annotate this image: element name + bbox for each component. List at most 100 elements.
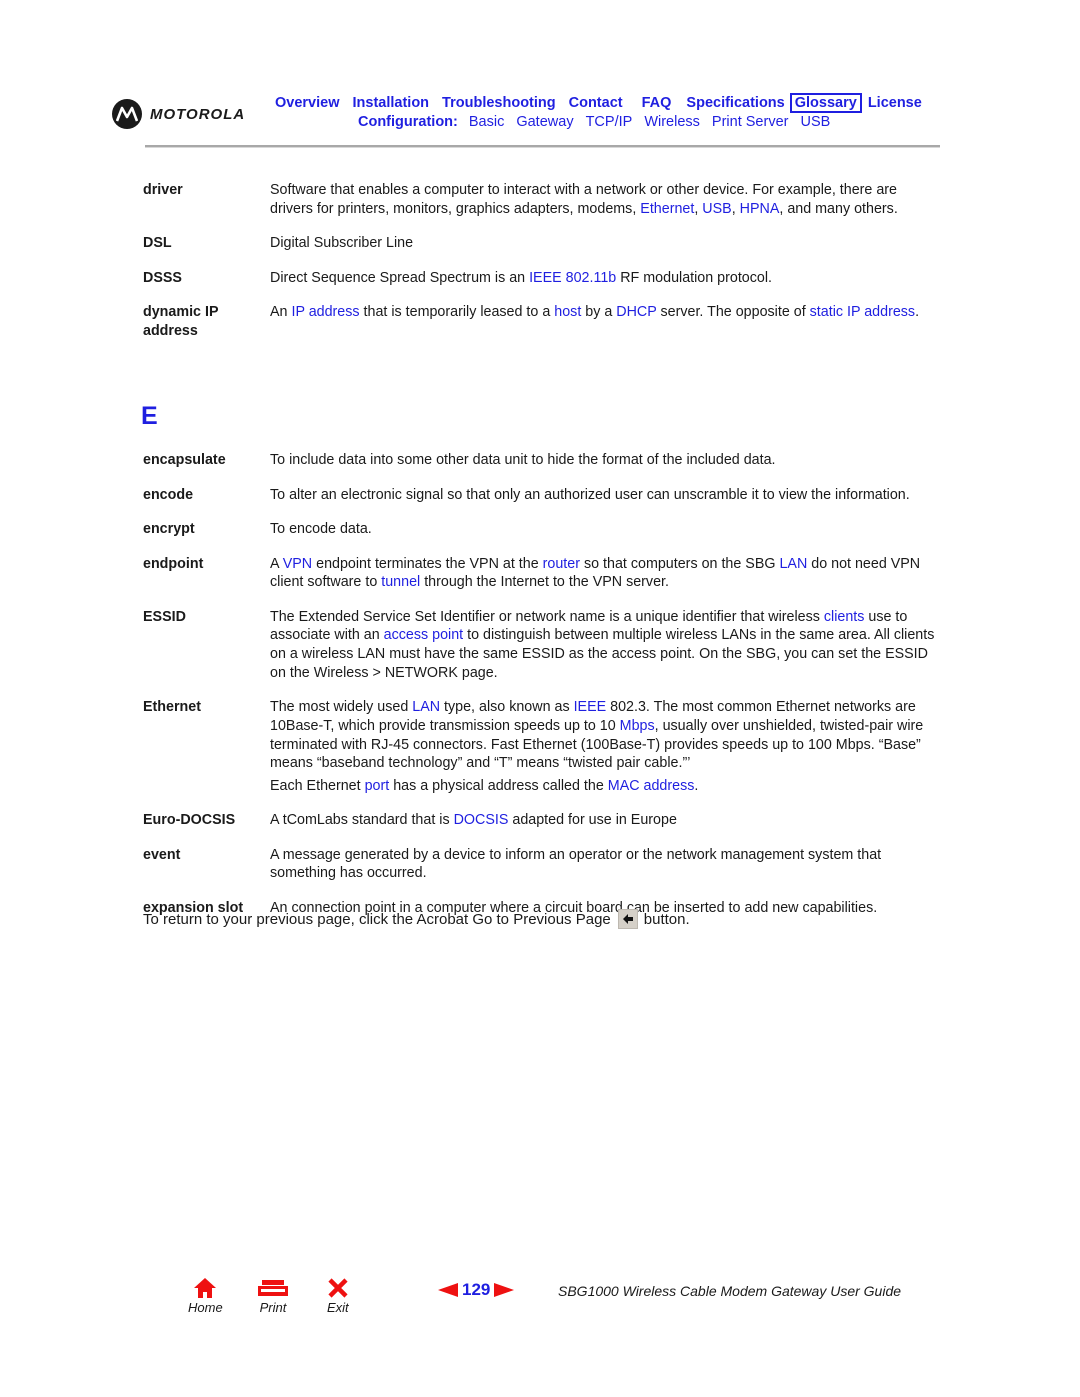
glossary-definition: A VPN endpoint terminates the VPN at the…	[270, 555, 943, 596]
glossary-link[interactable]: LAN	[412, 699, 440, 715]
glossary-definition: To include data into some other data uni…	[270, 451, 943, 473]
nav-overview[interactable]: Overview	[275, 94, 340, 112]
printer-icon	[258, 1280, 288, 1296]
home-button[interactable]: Home	[188, 1278, 223, 1315]
definition-paragraph: To alter an electronic signal so that on…	[270, 486, 943, 505]
definition-text: endpoint terminates the VPN at the	[312, 555, 543, 572]
previous-page-arrow-icon[interactable]	[438, 1283, 458, 1297]
glossary-entry: DSL Digital Subscriber Line	[143, 234, 943, 256]
definition-paragraph: The most widely used LAN type, also know…	[270, 698, 943, 773]
glossary-term: Ethernet	[143, 699, 201, 716]
definition-text: Each Ethernet	[270, 777, 365, 794]
nav-config-gateway[interactable]: Gateway	[516, 114, 573, 130]
glossary-term: encrypt	[143, 521, 195, 537]
glossary-definition: A tComLabs standard that is DOCSIS adapt…	[270, 811, 943, 833]
definition-text: Digital Subscriber Line	[270, 235, 414, 252]
definition-text: through the Internet to the VPN server.	[420, 574, 669, 591]
definition-text: The most widely used	[270, 699, 413, 716]
glossary-entry: event A message generated by a device to …	[143, 846, 943, 887]
glossary-term: driver	[143, 182, 183, 198]
glossary-link[interactable]: USB	[702, 201, 731, 217]
configuration-nav: Configuration: Basic Gateway TCP/IP Wire…	[358, 114, 842, 130]
guide-title: SBG1000 Wireless Cable Modem Gateway Use…	[558, 1283, 902, 1299]
print-label: Print	[259, 1300, 287, 1315]
nav-config-wireless[interactable]: Wireless	[644, 114, 700, 130]
definition-text: Direct Sequence Spread Spectrum is an	[270, 269, 530, 286]
definition-text: .	[915, 304, 920, 321]
print-button[interactable]: Print	[258, 1278, 288, 1315]
nav-faq[interactable]: FAQ	[642, 94, 672, 112]
glossary-entry: DSSS Direct Sequence Spread Spectrum is a…	[143, 269, 943, 291]
glossary-term: dynamic IP address	[143, 304, 219, 339]
definition-text: To include data into some other data uni…	[270, 452, 776, 468]
arrow-left-icon	[622, 914, 633, 924]
definition-text: An	[270, 304, 292, 321]
glossary-link[interactable]: Mbps	[620, 718, 655, 734]
glossary-entry: Euro-DOCSIS A tComLabs standard that is D…	[143, 811, 943, 833]
glossary-link[interactable]: access point	[384, 627, 463, 643]
page-navigator: 129	[438, 1280, 515, 1300]
glossary-e-list: encapsulate To include data into some oth…	[143, 451, 943, 933]
glossary-entry: driver Software that enables a computer t…	[143, 181, 943, 222]
motorola-logo: MOTOROLA	[112, 99, 245, 129]
section-letter: E	[141, 402, 158, 430]
glossary-entry: encode To alter an electronic signal so t…	[143, 486, 943, 508]
nav-license[interactable]: License	[868, 94, 922, 112]
definition-text: A	[270, 555, 283, 572]
glossary-link[interactable]: DHCP	[616, 304, 656, 320]
definition-text: adapted for use in Europe	[508, 812, 677, 829]
nav-specifications[interactable]: Specifications	[686, 94, 784, 112]
definition-text: ,	[731, 200, 740, 217]
definition-paragraph: Direct Sequence Spread Spectrum is an IE…	[270, 269, 943, 288]
glossary-link[interactable]: static IP address	[810, 304, 915, 320]
definition-paragraph: Software that enables a computer to inte…	[270, 181, 943, 218]
glossary-link[interactable]: port	[365, 778, 390, 794]
definition-paragraph: Digital Subscriber Line	[270, 234, 943, 253]
nav-glossary[interactable]: Glossary	[789, 93, 862, 113]
glossary-term: Euro-DOCSIS	[143, 812, 236, 829]
previous-page-button[interactable]	[617, 909, 638, 929]
nav-contact[interactable]: Contact	[569, 94, 623, 112]
definition-paragraph: An IP address that is temporarily leased…	[270, 303, 943, 322]
glossary-link[interactable]: tunnel	[381, 574, 420, 590]
home-icon	[194, 1278, 217, 1298]
glossary-link[interactable]: IP address	[291, 304, 359, 320]
glossary-link[interactable]: host	[554, 304, 581, 320]
glossary-term: DSL	[143, 235, 172, 252]
definition-text: To alter an electronic signal so that on…	[270, 486, 910, 503]
nav-troubleshooting[interactable]: Troubleshooting	[442, 94, 556, 112]
glossary-link[interactable]: LAN	[779, 556, 807, 572]
glossary-link[interactable]: IEEE	[574, 699, 607, 715]
glossary-link[interactable]: HPNA	[740, 201, 780, 217]
glossary-term: event	[143, 846, 181, 863]
glossary-link[interactable]: router	[543, 556, 580, 572]
glossary-term: ESSID	[143, 608, 186, 625]
header-divider	[145, 145, 940, 148]
glossary-link[interactable]: Ethernet	[640, 201, 694, 217]
definition-paragraph: To include data into some other data uni…	[270, 451, 943, 470]
glossary-definition: To encode data.	[270, 520, 943, 542]
definition-text: A tComLabs standard that is	[270, 812, 454, 829]
glossary-link[interactable]: MAC address	[608, 778, 695, 794]
glossary-entry: encapsulate To include data into some oth…	[143, 451, 943, 473]
return-note-text: To return to your previous page, click t…	[143, 910, 611, 928]
nav-installation[interactable]: Installation	[353, 94, 430, 112]
nav-config-print-server[interactable]: Print Server	[712, 114, 789, 130]
definition-text: server. The opposite of	[656, 304, 810, 321]
definition-text: that is temporarily leased to a	[359, 304, 555, 321]
glossary-link[interactable]: DOCSIS	[454, 812, 509, 828]
next-page-arrow-icon[interactable]	[494, 1283, 515, 1297]
glossary-entry: endpoint A VPN endpoint terminates the VP…	[143, 555, 943, 596]
glossary-link[interactable]: VPN	[283, 556, 312, 572]
glossary-link[interactable]: IEEE 802.11b	[529, 270, 616, 286]
home-label: Home	[188, 1300, 223, 1315]
nav-config-usb[interactable]: USB	[800, 114, 830, 130]
glossary-link[interactable]: clients	[824, 609, 865, 625]
glossary-d-list: driver Software that enables a computer t…	[143, 181, 943, 353]
nav-config-tcpip[interactable]: TCP/IP	[586, 114, 633, 130]
nav-config-basic[interactable]: Basic	[469, 114, 504, 130]
page-number: 129	[462, 1280, 491, 1299]
definition-paragraph: A tComLabs standard that is DOCSIS adapt…	[270, 811, 943, 830]
exit-button[interactable]: Exit	[327, 1278, 349, 1315]
glossary-entry: ESSID The Extended Service Set Identifier…	[143, 608, 943, 686]
